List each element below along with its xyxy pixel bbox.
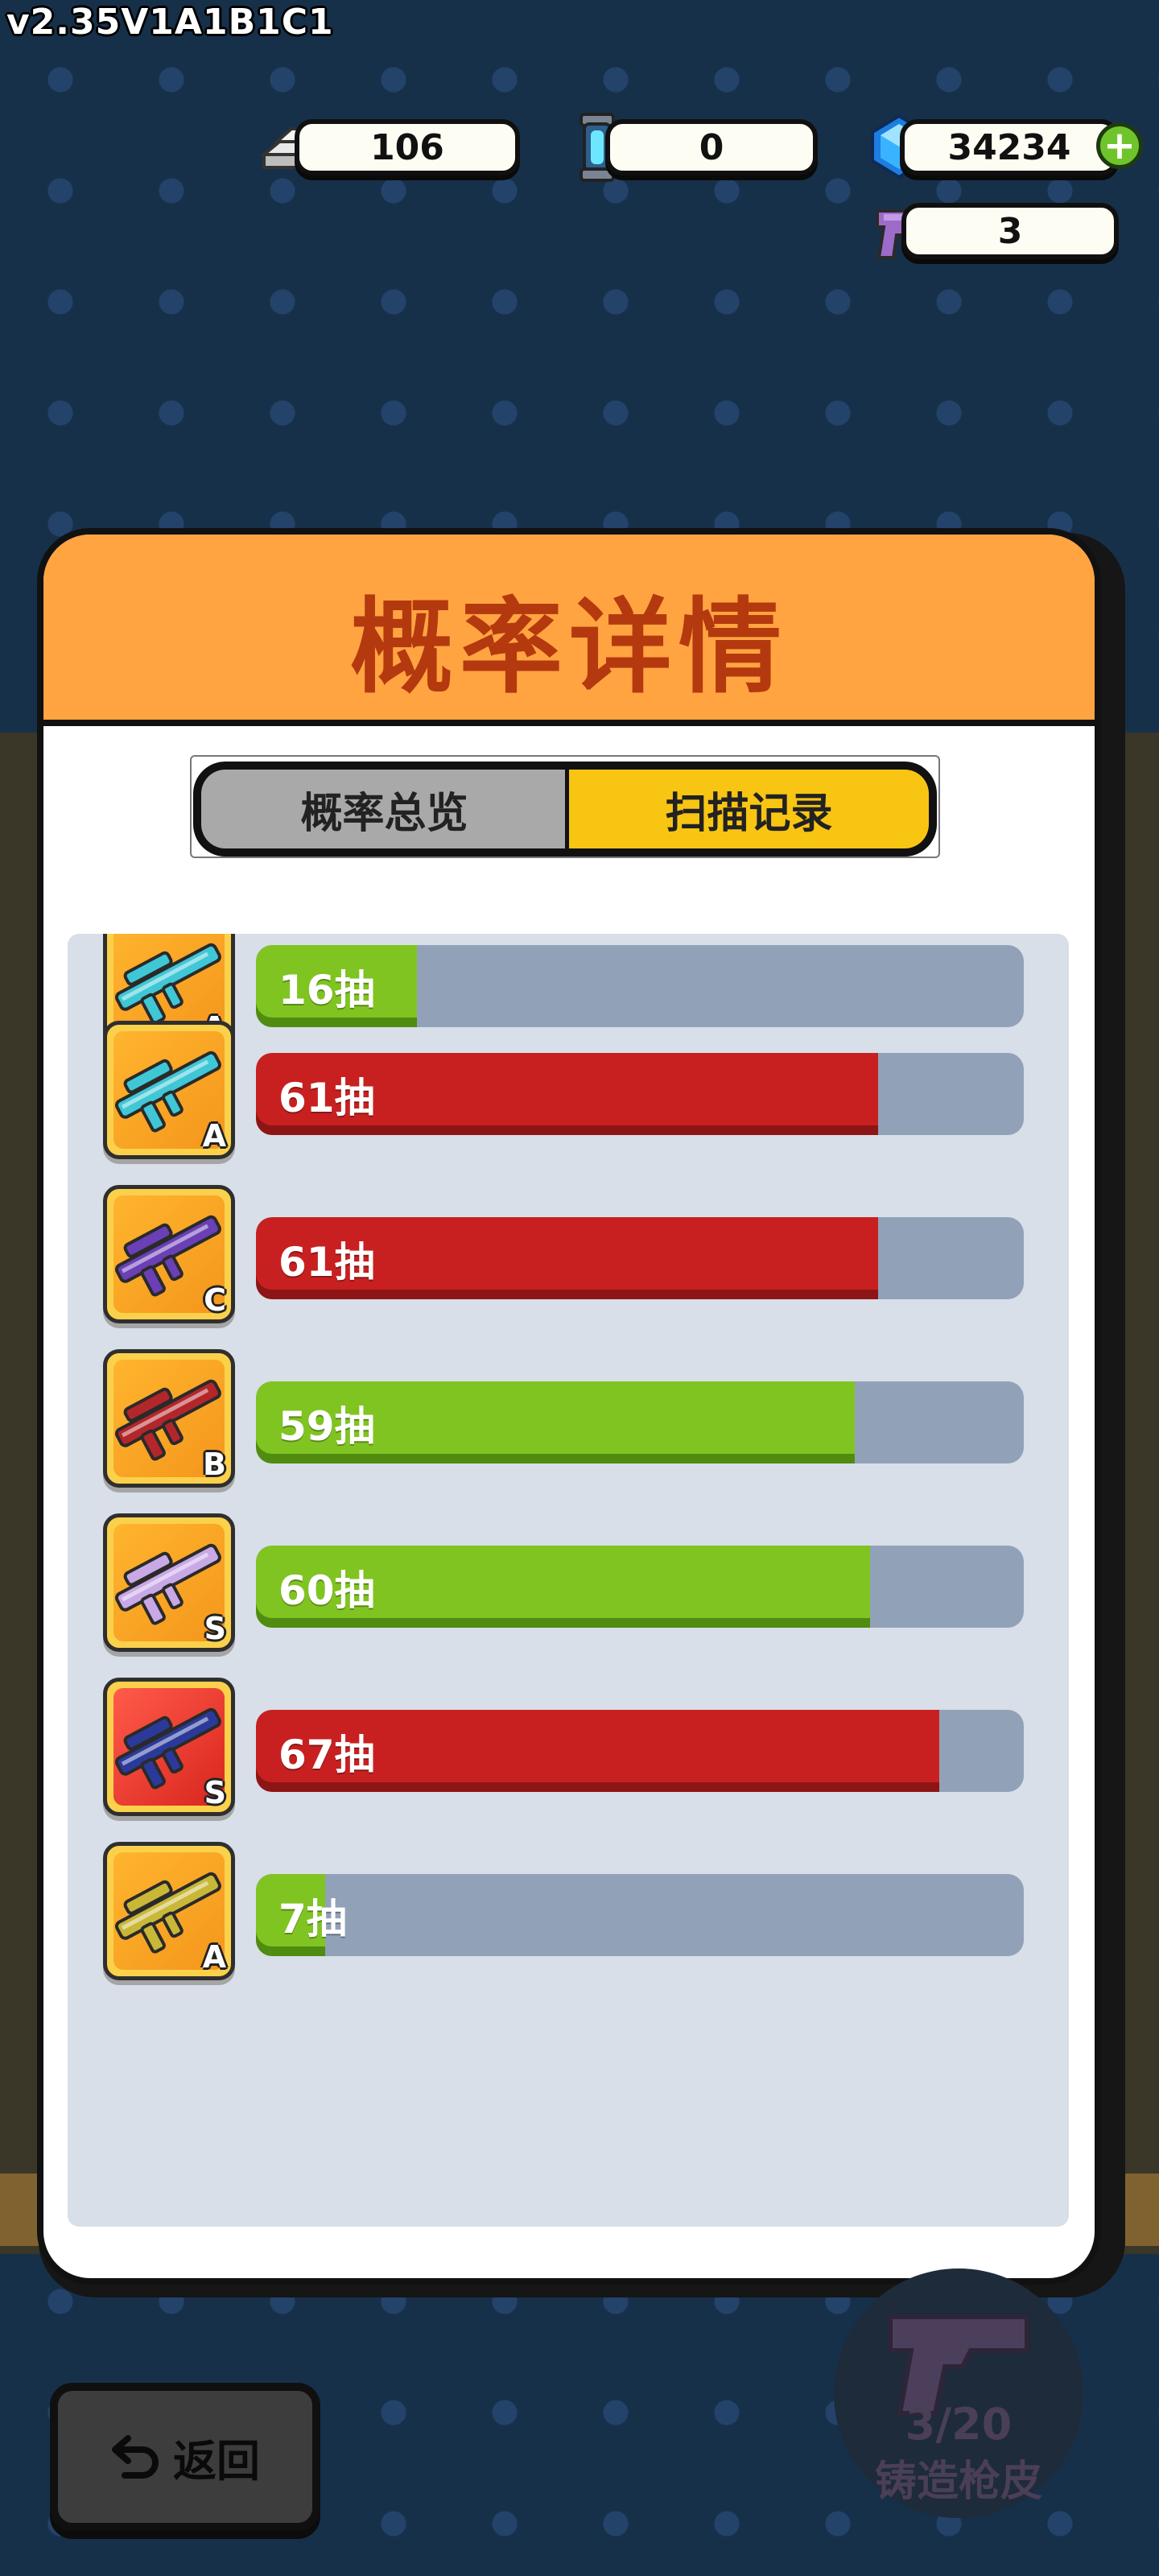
gun-skin-thumbnail[interactable]: C (103, 1185, 235, 1323)
draw-count-label: 59抽 (278, 1403, 375, 1450)
draw-count-bar: 60抽 (256, 1546, 1024, 1628)
draw-count-label: 16抽 (278, 967, 375, 1013)
back-label: 返回 (173, 2435, 260, 2487)
gun-skin-thumbnail[interactable]: S (103, 1513, 235, 1652)
gem-counter: 34234 (900, 119, 1119, 175)
grade-badge: C (204, 1282, 226, 1318)
draw-count-label: 61抽 (278, 1239, 375, 1286)
draw-count-bar: 59抽 (256, 1381, 1024, 1463)
gun-skin-thumbnail[interactable]: A (103, 1842, 235, 1980)
scan-record-row: A 7抽 (68, 1842, 1069, 1987)
scan-record-row: C 61抽 (68, 1185, 1069, 1330)
grade-badge: B (203, 1447, 226, 1482)
scan-record-row: A 61抽 (68, 1021, 1069, 1166)
draw-count-bar: 61抽 (256, 1217, 1024, 1299)
gun-skin-thumbnail[interactable]: S (103, 1678, 235, 1816)
draw-count-label: 61抽 (278, 1075, 375, 1121)
draw-count-label: 7抽 (278, 1896, 347, 1942)
dialog-header: 概率详情 (43, 535, 1095, 726)
pistol-counter: 3 (901, 203, 1119, 259)
crystal-tube-counter: 0 (605, 119, 818, 175)
probability-dialog: 概率详情 概率总览 扫描记录 A 16抽 A 61抽 C 61抽 B 59抽 S 60抽 S 67抽 A… (37, 528, 1101, 2285)
scan-record-row: S 60抽 (68, 1513, 1069, 1658)
draw-count-label: 67抽 (278, 1732, 375, 1778)
grade-badge: S (204, 1775, 226, 1810)
draw-count-bar: 67抽 (256, 1710, 1024, 1792)
scan-record-row: S 67抽 (68, 1678, 1069, 1823)
gun-skin-thumbnail[interactable]: A (103, 1021, 235, 1159)
tab-scan-records[interactable]: 扫描记录 (565, 762, 937, 857)
grade-badge: A (202, 1939, 226, 1975)
tab-probability-overview[interactable]: 概率总览 (193, 762, 571, 857)
draw-count-bar: 61抽 (256, 1053, 1024, 1135)
draw-count-bar: 7抽 (256, 1874, 1024, 1956)
grade-badge: S (204, 1611, 226, 1646)
version-label: v2.35V1A1B1C1 (6, 2, 334, 43)
dialog-title: 概率详情 (349, 588, 788, 708)
add-gems-button[interactable]: + (1096, 122, 1143, 169)
silver-counter: 106 (295, 119, 520, 175)
grade-badge: A (202, 1118, 226, 1154)
scan-record-list[interactable]: A16抽A61抽C61抽B59抽S60抽S67抽A7抽 (68, 934, 1069, 2227)
scan-record-row: B 59抽 (68, 1349, 1069, 1494)
return-arrow-icon (112, 2435, 159, 2479)
gun-skin-thumbnail[interactable]: B (103, 1349, 235, 1488)
forge-progress: 3/20 (905, 2399, 1013, 2450)
draw-count-bar: 16抽 (256, 945, 1024, 1027)
forge-label: 铸造枪皮 (874, 2458, 1042, 2506)
draw-count-label: 60抽 (278, 1567, 375, 1614)
back-button[interactable]: 返回 (50, 2383, 320, 2531)
